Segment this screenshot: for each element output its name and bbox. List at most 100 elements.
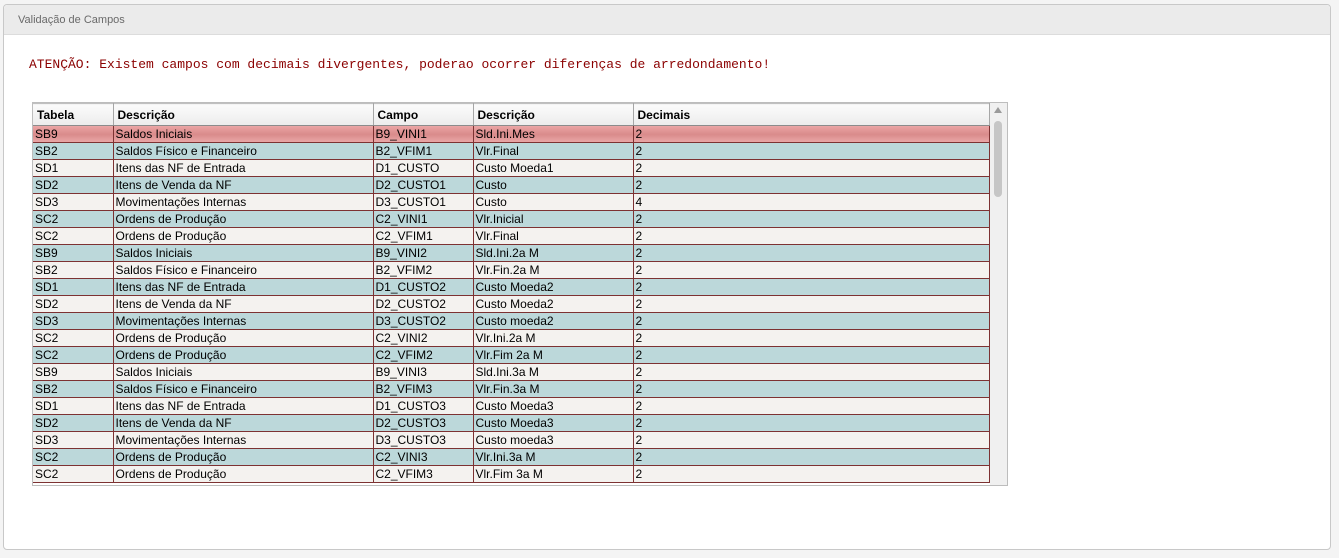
cell-descricao-campo: Vlr.Final — [473, 227, 634, 245]
cell-campo: B2_VFIM1 — [373, 142, 474, 160]
cell-campo: C2_VINI2 — [373, 329, 474, 347]
cell-tabela: SD3 — [33, 312, 114, 330]
cell-decimais: 2 — [633, 261, 990, 279]
cell-tabela: SC2 — [33, 346, 114, 364]
cell-decimais: 2 — [633, 363, 990, 381]
table-row[interactable]: SD1 Itens das NF de Entrada D1_CUSTO3 Custo… — [33, 397, 990, 415]
cell-descricao-campo: Custo Moeda2 — [473, 295, 634, 313]
cell-descricao-campo: Custo Moeda3 — [473, 397, 634, 415]
cell-tabela: SC2 — [33, 227, 114, 245]
warning-message: ATENÇÃO: Existem campos com decimais div… — [29, 57, 771, 72]
cell-decimais: 2 — [633, 244, 990, 262]
cell-tabela: SD2 — [33, 295, 114, 313]
cell-campo: B2_VFIM2 — [373, 261, 474, 279]
cell-descricao-campo: Custo moeda2 — [473, 312, 634, 330]
cell-campo: D2_CUSTO2 — [373, 295, 474, 313]
cell-campo: B9_VINI2 — [373, 244, 474, 262]
cell-tabela: SB2 — [33, 142, 114, 160]
table-row[interactable]: SB9 Saldos Iniciais B9_VINI2 Sld.Ini.2a M2 — [33, 244, 990, 262]
table-row[interactable]: SC2 Ordens de Produção C2_VFIM1 Vlr.Final 2 — [33, 227, 990, 245]
table-row[interactable]: SD2 Itens de Venda da NF D2_CUSTO3 Custo Mo… — [33, 414, 990, 432]
table-row[interactable]: SB2 Saldos Físico e Financeiro B2_VFIM2 Vlr… — [33, 261, 990, 279]
cell-campo: C2_VINI3 — [373, 448, 474, 466]
cell-tabela: SD2 — [33, 414, 114, 432]
cell-descricao-tabela: Itens das NF de Entrada — [113, 159, 374, 177]
scrollbar-thumb[interactable] — [994, 121, 1002, 197]
column-header-tabela[interactable]: Tabela — [33, 103, 114, 126]
cell-tabela: SC2 — [33, 448, 114, 466]
table-row[interactable]: SD3 Movimentações Internas D3_CUSTO2 Custo … — [33, 312, 990, 330]
column-header-decimais[interactable]: Decimais — [633, 103, 990, 126]
cell-tabela: SC2 — [33, 210, 114, 228]
table-row[interactable]: SB2 Saldos Físico e Financeiro B2_VFIM3 Vlr… — [33, 380, 990, 398]
cell-descricao-tabela: Saldos Físico e Financeiro — [113, 380, 374, 398]
cell-tabela: SB9 — [33, 244, 114, 262]
table-row[interactable]: SD3 Movimentações Internas D3_CUSTO3 Custo … — [33, 431, 990, 449]
cell-tabela: SD2 — [33, 176, 114, 194]
cell-tabela: SB9 — [33, 125, 114, 143]
table-row[interactable]: SC2 Ordens de Produção C2_VFIM2 Vlr.Fim 2a … — [33, 346, 990, 364]
cell-decimais: 2 — [633, 397, 990, 415]
cell-tabela: SB9 — [33, 363, 114, 381]
cell-descricao-tabela: Movimentações Internas — [113, 312, 374, 330]
vertical-scrollbar[interactable] — [990, 103, 1007, 485]
table-row[interactable]: SB2 Saldos Físico e Financeiro B2_VFIM1 Vlr… — [33, 142, 990, 160]
cell-descricao-tabela: Itens de Venda da NF — [113, 414, 374, 432]
cell-tabela: SC2 — [33, 329, 114, 347]
table-row[interactable]: SD1 Itens das NF de Entrada D1_CUSTO Custo … — [33, 159, 990, 177]
column-header-descricao-campo[interactable]: Descrição — [473, 103, 634, 126]
cell-campo: D1_CUSTO3 — [373, 397, 474, 415]
table-row[interactable]: SC2 Ordens de Produção C2_VFIM3 Vlr.Fim 3a … — [33, 465, 990, 483]
cell-campo: D2_CUSTO1 — [373, 176, 474, 194]
cell-tabela: SC2 — [33, 465, 114, 483]
cell-decimais: 2 — [633, 448, 990, 466]
cell-campo: B9_VINI1 — [373, 125, 474, 143]
cell-campo: C2_VFIM2 — [373, 346, 474, 364]
cell-descricao-campo: Sld.Ini.2a M — [473, 244, 634, 262]
cell-campo: D3_CUSTO3 — [373, 431, 474, 449]
cell-decimais: 2 — [633, 431, 990, 449]
cell-descricao-campo: Sld.Ini.Mes — [473, 125, 634, 143]
table-row[interactable]: SB9 Saldos Iniciais B9_VINI3 Sld.Ini.3a M2 — [33, 363, 990, 381]
table-row[interactable]: SD2 Itens de Venda da NF D2_CUSTO1 Custo 2 — [33, 176, 990, 194]
column-header-descricao-tabela[interactable]: Descrição — [113, 103, 374, 126]
cell-campo: C2_VFIM3 — [373, 465, 474, 483]
cell-descricao-tabela: Saldos Iniciais — [113, 363, 374, 381]
cell-descricao-tabela: Itens de Venda da NF — [113, 176, 374, 194]
validation-window: Validação de Campos ATENÇÃO: Existem cam… — [3, 4, 1331, 550]
cell-descricao-campo: Vlr.Final — [473, 142, 634, 160]
fields-grid[interactable]: Tabela Descrição Campo Descrição Decimai… — [32, 102, 1008, 486]
table-row-selected[interactable]: SB9 Saldos Iniciais B9_VINI1 Sld.Ini.Mes 2 — [33, 125, 990, 143]
cell-descricao-campo: Vlr.Ini.2a M — [473, 329, 634, 347]
scroll-up-arrow-icon[interactable] — [994, 107, 1002, 113]
cell-descricao-tabela: Saldos Iniciais — [113, 125, 374, 143]
cell-tabela: SB2 — [33, 380, 114, 398]
table-row[interactable]: SC2 Ordens de Produção C2_VINI1 Vlr.Inicial… — [33, 210, 990, 228]
table-row[interactable]: SC2 Ordens de Produção C2_VINI2 Vlr.Ini.2a … — [33, 329, 990, 347]
header-row: Tabela Descrição Campo Descrição Decimai… — [33, 103, 990, 126]
cell-descricao-tabela: Ordens de Produção — [113, 329, 374, 347]
window-title: Validação de Campos — [4, 5, 1330, 35]
cell-campo: D1_CUSTO2 — [373, 278, 474, 296]
cell-tabela: SD1 — [33, 278, 114, 296]
cell-descricao-tabela: Itens das NF de Entrada — [113, 278, 374, 296]
cell-tabela: SD1 — [33, 397, 114, 415]
cell-tabela: SD3 — [33, 193, 114, 211]
cell-tabela: SD1 — [33, 159, 114, 177]
table-row[interactable]: SD2 Itens de Venda da NF D2_CUSTO2 Custo Mo… — [33, 295, 990, 313]
cell-decimais: 2 — [633, 125, 990, 143]
cell-decimais: 2 — [633, 278, 990, 296]
column-header-campo[interactable]: Campo — [373, 103, 474, 126]
cell-descricao-tabela: Ordens de Produção — [113, 210, 374, 228]
cell-descricao-tabela: Saldos Físico e Financeiro — [113, 261, 374, 279]
table-row[interactable]: SD1 Itens das NF de Entrada D1_CUSTO2 Custo… — [33, 278, 990, 296]
table-row[interactable]: SC2 Ordens de Produção C2_VINI3 Vlr.Ini.3a … — [33, 448, 990, 466]
cell-descricao-tabela: Saldos Iniciais — [113, 244, 374, 262]
cell-descricao-campo: Vlr.Inicial — [473, 210, 634, 228]
cell-decimais: 2 — [633, 159, 990, 177]
table-row[interactable]: SD3 Movimentações Internas D3_CUSTO1 Custo 4 — [33, 193, 990, 211]
fields-table: Tabela Descrição Campo Descrição Decimai… — [33, 103, 990, 483]
cell-decimais: 2 — [633, 465, 990, 483]
cell-campo: D1_CUSTO — [373, 159, 474, 177]
cell-descricao-campo: Vlr.Ini.3a M — [473, 448, 634, 466]
